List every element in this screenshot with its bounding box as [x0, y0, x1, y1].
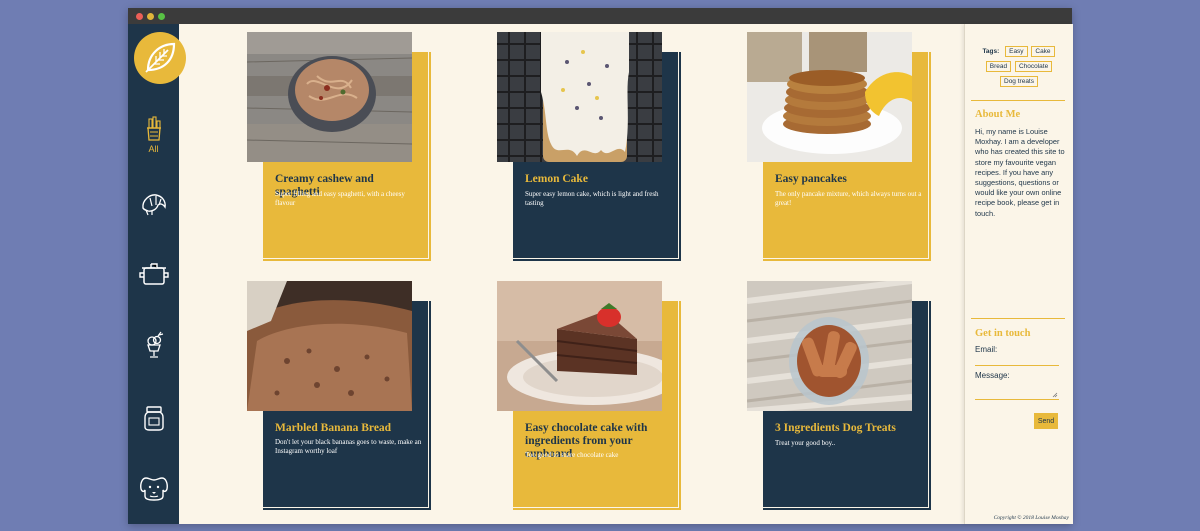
recipe-title[interactable]: 3 Ingredients Dog Treats [775, 422, 920, 435]
sidebar-item-all[interactable]: All [128, 116, 179, 154]
resize-handle-icon[interactable] [1052, 392, 1058, 398]
tag-chocolate[interactable]: Chocolate [1014, 61, 1053, 72]
recipe-description: Treat your good boy.. [775, 439, 836, 447]
croissant-icon [141, 194, 166, 216]
about-title: About Me [975, 109, 1021, 120]
recipe-description: Super easy lemon cake, which is light an… [525, 190, 659, 207]
recipe-description: Don't let your black bananas goes to was… [275, 438, 422, 455]
recipe-photo-banana-bread[interactable] [247, 281, 412, 411]
recipe-title[interactable]: Easy pancakes [775, 173, 920, 186]
ice-cream-cup-icon [146, 331, 163, 358]
recipe-card[interactable]: 3 Ingredients Dog Treats Treat your good… [747, 281, 932, 516]
tags-label: Tags: [982, 48, 1000, 55]
bread-basket-icon [146, 116, 161, 141]
info-sidebar: Tags: Easy Cake Bread Chocolate Dog trea… [964, 24, 1073, 524]
tags-row-2: Bread Chocolate [965, 61, 1073, 72]
divider [971, 100, 1065, 101]
recipe-grid: Creamy cashew and spaghetti Super fillin… [179, 24, 964, 524]
recipe-card[interactable]: Easy chocolate cake with ingredients fro… [497, 281, 682, 516]
recipe-photo-lemon-cake[interactable] [497, 32, 662, 162]
tag-cake[interactable]: Cake [1031, 46, 1055, 57]
recipe-photo-pasta[interactable] [247, 32, 412, 162]
dog-icon [139, 477, 168, 501]
recipe-card[interactable]: Lemon Cake Super easy lemon cake, which … [497, 32, 682, 267]
tag-easy[interactable]: Easy [1005, 46, 1028, 57]
about-text: Hi, my name is Louise Moxhay. I am a dev… [975, 127, 1065, 218]
sidebar-item-baking[interactable] [128, 190, 179, 216]
minimize-window-button[interactable] [147, 13, 154, 20]
recipe-description: The only pancake mixture, which always t… [775, 190, 922, 207]
jar-icon [143, 406, 164, 431]
cooking-pot-icon [138, 263, 169, 285]
category-sidebar: All [128, 24, 186, 524]
recipe-title[interactable]: Lemon Cake [525, 173, 670, 186]
tag-dog-treats[interactable]: Dog treats [1000, 76, 1038, 87]
sidebar-item-mains[interactable] [128, 260, 179, 288]
message-label: Message: [975, 371, 1010, 380]
window-titlebar [128, 8, 1072, 24]
sidebar-item-label: All [148, 144, 159, 154]
browser-window: All Creamy cashew and spaghetti Super fi… [128, 8, 1073, 524]
close-window-button[interactable] [136, 13, 143, 20]
recipe-card[interactable]: Easy pancakes The only pancake mixture, … [747, 32, 932, 267]
divider [971, 318, 1065, 319]
sidebar-item-desserts[interactable] [128, 331, 179, 359]
tags-row-1: Tags: Easy Cake [965, 46, 1073, 57]
recipe-title[interactable]: Marbled Banana Bread [275, 422, 420, 435]
sidebar-item-preserves[interactable] [128, 404, 179, 432]
recipe-description: Super filling and easy spaghetti, with a… [275, 190, 405, 207]
recipe-photo-chocolate-cake[interactable] [497, 281, 662, 411]
message-field[interactable] [975, 399, 1059, 400]
email-label: Email: [975, 345, 998, 354]
send-button[interactable]: Send [1034, 413, 1058, 429]
recipe-card[interactable]: Creamy cashew and spaghetti Super fillin… [247, 32, 432, 267]
tags-row-3: Dog treats [965, 76, 1073, 87]
tag-bread[interactable]: Bread [985, 61, 1012, 72]
sidebar-item-dog-treats[interactable] [128, 474, 179, 502]
email-field[interactable] [975, 365, 1059, 366]
maximize-window-button[interactable] [158, 13, 165, 20]
copyright: Copyright © 2018 Louise Moxhay [993, 515, 1069, 521]
recipe-photo-pancakes[interactable] [747, 32, 912, 162]
recipe-description: Too good to share chocolate cake [525, 451, 619, 459]
contact-title: Get in touch [975, 328, 1031, 339]
recipe-photo-dog-treats[interactable] [747, 281, 912, 411]
recipe-card[interactable]: Marbled Banana Bread Don't let your blac… [247, 281, 432, 516]
